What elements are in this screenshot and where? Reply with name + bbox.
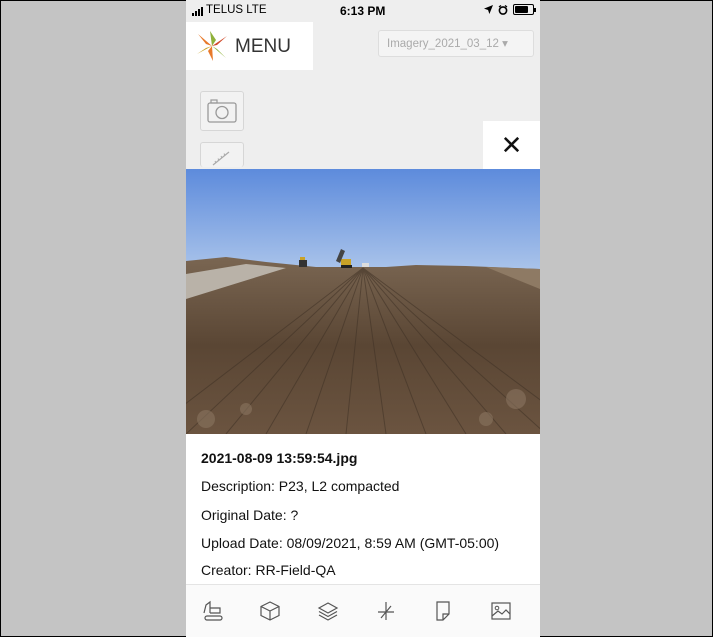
star-logo-icon xyxy=(197,31,227,61)
menu-label: MENU xyxy=(235,36,291,57)
camera-button[interactable] xyxy=(200,91,244,131)
measure-button[interactable] xyxy=(200,142,244,167)
construction-site-image xyxy=(186,169,540,434)
ruler-icon xyxy=(212,151,230,166)
document-icon[interactable] xyxy=(431,599,455,623)
alarm-icon xyxy=(498,4,508,15)
location-icon xyxy=(484,5,493,14)
layers-icon[interactable] xyxy=(316,599,340,623)
cube-icon[interactable] xyxy=(258,599,282,623)
crosshair-icon[interactable] xyxy=(374,599,398,623)
image-icon[interactable] xyxy=(489,599,513,623)
carrier-label: TELUS LTE xyxy=(206,4,267,16)
photo-creator: Creator: RR-Field-QA xyxy=(201,562,336,578)
photo-upload-date: Upload Date: 08/09/2021, 8:59 AM (GMT-05… xyxy=(201,535,500,551)
signal-icon xyxy=(192,7,203,16)
close-button[interactable]: ✕ xyxy=(483,121,540,169)
menu-button[interactable]: MENU xyxy=(186,22,313,70)
bottom-toolbar xyxy=(186,584,540,637)
site-photo[interactable] xyxy=(186,169,540,434)
phone-screen: TELUS LTE 6:13 PM MENU Imagery_2021_03_1… xyxy=(186,0,540,637)
battery-icon xyxy=(513,4,536,15)
photo-original-date: Original Date: ? xyxy=(201,507,299,523)
imagery-dropdown[interactable]: Imagery_2021_03_12 ▾ xyxy=(378,30,534,57)
photo-filename: 2021-08-09 13:59:54.jpg xyxy=(201,450,358,466)
photo-details: 2021-08-09 13:59:54.jpg Description: P23… xyxy=(186,434,540,584)
camera-icon xyxy=(207,99,237,123)
status-bar: TELUS LTE 6:13 PM xyxy=(186,0,540,22)
excavator-icon[interactable] xyxy=(201,599,225,623)
photo-description: Description: P23, L2 compacted xyxy=(201,478,400,494)
clock: 6:13 PM xyxy=(340,4,386,18)
